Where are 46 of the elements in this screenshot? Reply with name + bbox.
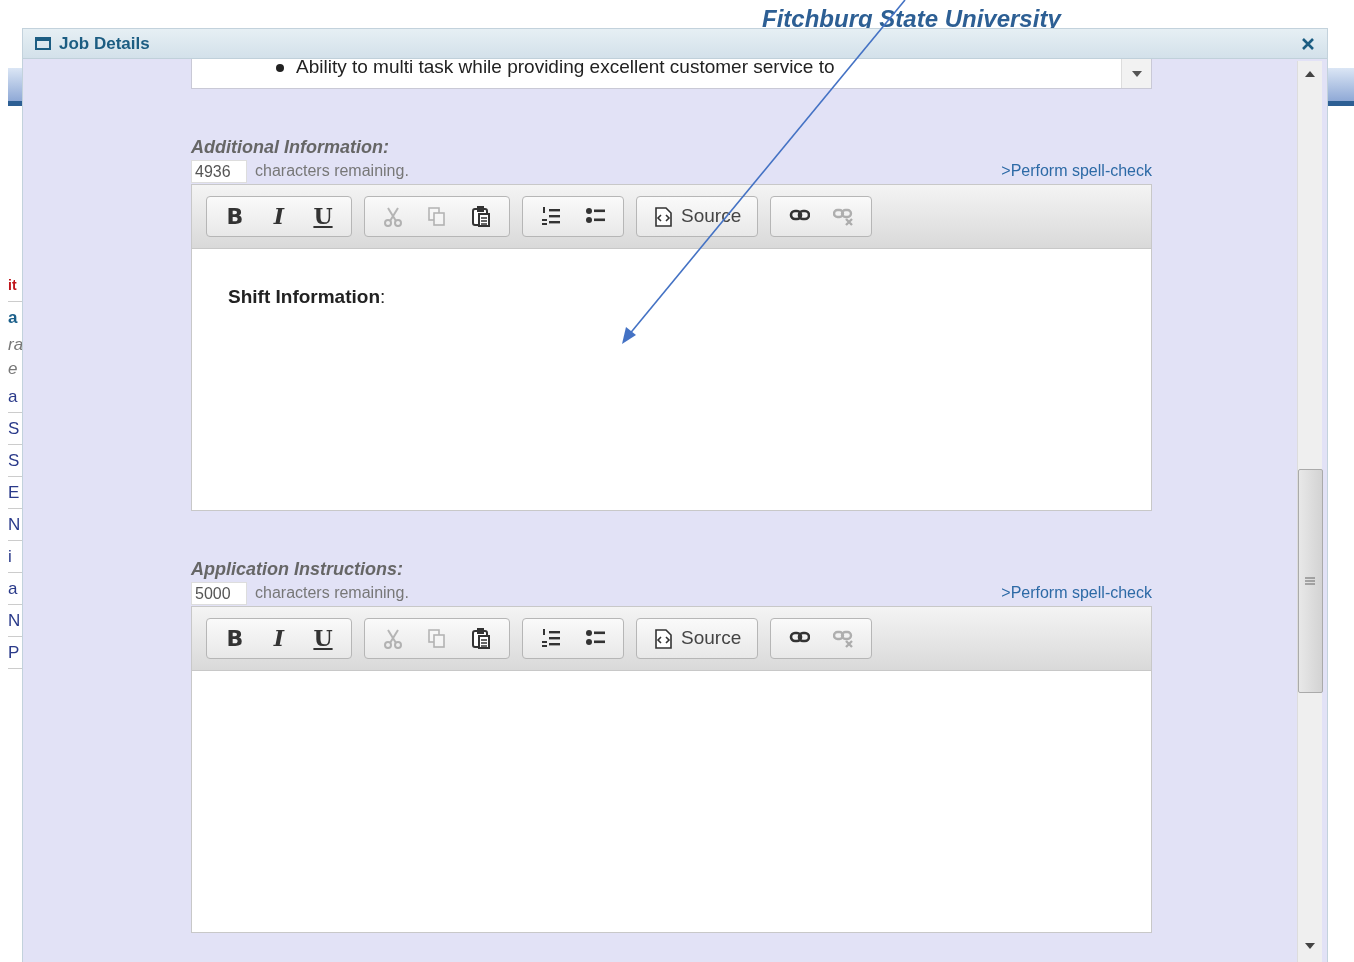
scissors-icon [382, 206, 404, 227]
paste-icon [470, 628, 492, 649]
paste-icon [470, 206, 492, 227]
close-icon[interactable] [1301, 36, 1315, 51]
character-counter: 4936 [191, 159, 247, 183]
grip-icon [1305, 577, 1315, 585]
section-label: Additional Information: [191, 137, 390, 157]
source-code-icon [653, 628, 673, 649]
italic-button[interactable]: I [261, 620, 297, 657]
dropdown-arrow-icon[interactable] [1131, 70, 1142, 77]
broken-link-icon [832, 206, 854, 227]
numbered-list-icon [540, 628, 562, 649]
rich-text-editor[interactable]: B I U Source [191, 606, 1152, 933]
scrollbar-thumb[interactable] [1297, 469, 1323, 693]
bullet-text: Ability to multi task while providing excellent customer service to [296, 59, 835, 77]
copy-icon [426, 628, 448, 649]
numbered-list-icon [540, 206, 562, 227]
text-area[interactable]: Ability to multi task while providing excellent customer service to [191, 59, 1152, 89]
character-counter: 5000 [191, 581, 247, 605]
scroll-up-icon[interactable] [1305, 71, 1315, 77]
header-bar [8, 68, 22, 106]
section-label: Application Instructions: [191, 559, 404, 579]
editor-text: Shift Information: [228, 285, 387, 309]
counter-label: characters remaining. [255, 161, 410, 181]
bullet-icon [276, 64, 284, 72]
page-text: e [8, 358, 19, 380]
source-button[interactable]: Source [647, 620, 748, 657]
header-bar [1328, 68, 1354, 106]
page-text: ra [8, 334, 22, 356]
scroll-down-icon[interactable] [1305, 943, 1315, 949]
bold-button[interactable]: B [217, 620, 253, 657]
spell-check-link[interactable]: >Perform spell-check [1001, 159, 1152, 183]
page-text: a [8, 307, 19, 329]
underline-button[interactable]: U [305, 620, 341, 657]
spell-check-link[interactable]: >Perform spell-check [1001, 581, 1152, 605]
counter-label: characters remaining. [255, 583, 410, 603]
source-code-icon [653, 206, 673, 227]
broken-link-icon [832, 628, 854, 649]
copy-icon [426, 206, 448, 227]
scrollbar[interactable] [1297, 61, 1322, 962]
italic-button[interactable]: I [261, 198, 297, 235]
dialog-title: Job Details [59, 32, 150, 55]
scissors-icon [382, 628, 404, 649]
bold-button[interactable]: B [217, 198, 253, 235]
window-icon [35, 37, 51, 50]
underline-button[interactable]: U [305, 198, 341, 235]
